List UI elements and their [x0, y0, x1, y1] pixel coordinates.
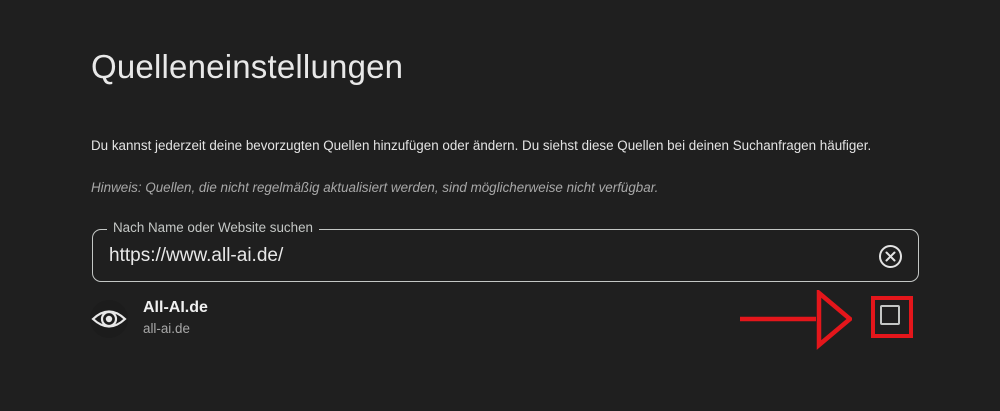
page-description: Du kannst jederzeit deine bevorzugten Qu… [91, 138, 872, 153]
source-settings-page: Quelleneinstellungen Du kannst jederzeit… [0, 0, 1000, 411]
clear-search-button[interactable] [878, 244, 903, 269]
search-field[interactable]: Nach Name oder Website suchen [92, 220, 919, 282]
close-circle-icon [879, 245, 902, 268]
search-input[interactable] [109, 242, 849, 270]
source-name: All-AI.de [143, 299, 208, 316]
eye-logo-icon [90, 300, 128, 338]
source-domain: all-ai.de [143, 321, 190, 336]
search-field-label: Nach Name oder Website suchen [107, 220, 319, 236]
page-hint: Hinweis: Quellen, die nicht regelmäßig a… [91, 180, 659, 195]
red-arrow-annotation [740, 290, 852, 350]
add-source-checkbox[interactable] [880, 305, 900, 325]
page-title: Quelleneinstellungen [91, 48, 404, 85]
